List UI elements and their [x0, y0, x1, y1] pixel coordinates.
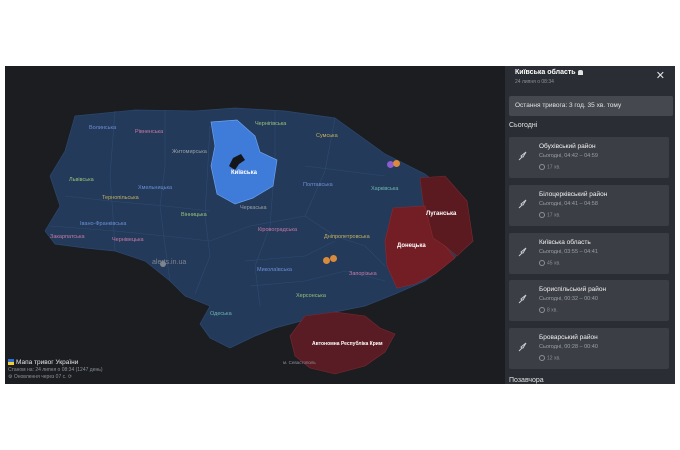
panel-date: 24 липня о 08:34: [515, 79, 554, 85]
region-label-zhytomyr: Житомирська: [172, 149, 207, 155]
alerts-app: Волинська Рівненська Житомирська Київськ…: [5, 66, 675, 384]
rocket-icon: [518, 199, 527, 209]
region-label-vinnytsia: Вінницька: [181, 212, 207, 218]
rocket-icon: [518, 151, 527, 161]
clock-icon: [539, 355, 545, 361]
alert-time: Сьогодні, 04:41 – 04:58: [539, 201, 598, 207]
map-refresh-row[interactable]: ⚙ Оновлення через 07 с. ⟳: [8, 374, 103, 381]
region-label-crimea: Автономна Республіка Крим: [312, 341, 383, 347]
map-title: Мапа тривог України: [16, 359, 79, 366]
alert-duration-row: 12 хв.: [539, 355, 561, 361]
region-label-luhansk: Луганська: [426, 211, 457, 217]
alert-time: Сьогодні, 00:32 – 00:40: [539, 296, 598, 302]
alert-duration: 12 хв.: [547, 355, 561, 362]
region-label-rivne: Рівненська: [135, 129, 164, 135]
last-alarm-banner: Остання тривога: 3 год. 35 хв. тому: [509, 96, 673, 116]
alert-card[interactable]: Броварський район Сьогодні, 00:28 – 00:4…: [509, 328, 669, 369]
threat-marker-zaporizhzhia-2[interactable]: [330, 255, 337, 262]
alert-card[interactable]: Білоцерківський район Сьогодні, 04:41 – …: [509, 185, 669, 226]
alert-card[interactable]: Київська область Сьогодні, 03:55 – 04:41…: [509, 233, 669, 274]
panel-title-row: Київська область: [515, 69, 583, 76]
clock-icon: [539, 212, 545, 218]
region-label-cherkasy: Черкаська: [240, 205, 267, 211]
region-label-ternopil: Тернопільська: [102, 195, 139, 201]
alert-name: Броварський район: [539, 334, 598, 341]
today-heading: Сьогодні: [509, 122, 538, 129]
alert-card[interactable]: Бориспільський район Сьогодні, 00:32 – 0…: [509, 280, 669, 321]
alert-name: Обухівський район: [539, 143, 596, 150]
alert-duration-row: 17 хв.: [539, 164, 561, 170]
region-label-poltava: Полтавська: [303, 182, 333, 188]
region-label-lviv: Львівська: [69, 177, 94, 183]
map-title-row: Мапа тривог України: [8, 358, 103, 367]
region-label-kyiv: Київська: [231, 170, 257, 176]
panel-title: Київська область: [515, 69, 576, 76]
close-icon[interactable]: ✕: [656, 69, 665, 82]
region-label-volyn: Волинська: [89, 125, 117, 131]
alert-map[interactable]: Волинська Рівненська Житомирська Київськ…: [5, 66, 505, 384]
alert-time: Сьогодні, 03:55 – 04:41: [539, 249, 598, 255]
region-label-mykolaiv: Миколаївська: [257, 267, 292, 273]
alert-duration-row: 45 хв.: [539, 260, 561, 266]
gear-icon: ⚙: [8, 374, 13, 380]
region-label-chernihiv: Чернігівська: [255, 121, 287, 127]
region-label-kharkiv: Харківська: [371, 186, 399, 192]
alert-name: Бориспільський район: [539, 286, 607, 293]
alert-time: Сьогодні, 04:42 – 04:59: [539, 153, 598, 159]
clock-icon: [539, 164, 545, 170]
region-label-dnipro: Дніпропетровська: [324, 234, 370, 240]
alert-duration: 17 хв.: [547, 212, 561, 219]
rocket-icon: [518, 294, 527, 304]
rocket-icon: [518, 342, 527, 352]
region-label-sumy: Сумська: [316, 133, 338, 139]
alert-duration: 17 хв.: [547, 164, 561, 171]
rocket-icon: [518, 247, 527, 257]
alert-name: Білоцерківський район: [539, 191, 608, 198]
alert-duration: 45 хв.: [547, 260, 561, 267]
map-footer: Мапа тривог України Станом на: 24 липня …: [8, 358, 103, 381]
alert-duration-row: 8 хв.: [539, 307, 558, 313]
region-label-zaporizhzhia: Запорізька: [349, 271, 377, 277]
threat-marker-kharkiv-2[interactable]: [393, 160, 400, 167]
region-label-odesa: Одеська: [210, 311, 232, 317]
panel-header: Київська область 24 липня о 08:34 ✕: [505, 66, 675, 90]
map-status: Станом на: 24 липня о 08:34 (1247 день): [8, 367, 103, 373]
earlier-heading: Позавчора: [509, 377, 544, 384]
refresh-icon[interactable]: ⟳: [68, 374, 72, 380]
region-label-donetsk: Донецька: [397, 243, 426, 249]
bell-icon[interactable]: [577, 69, 583, 75]
alert-duration-row: 17 хв.: [539, 212, 561, 218]
ukraine-flag-icon: [8, 359, 14, 366]
region-label-ivanofrankivsk: Івано-Франківська: [80, 221, 127, 227]
region-label-khmelnytskyi: Хмельницька: [138, 185, 173, 191]
region-label-sevastopol: м. Севастополь: [283, 360, 316, 365]
map-refresh: Оновлення через 07 с.: [13, 374, 67, 380]
alert-duration: 8 хв.: [547, 307, 558, 314]
region-label-zakarpattia: Закарпатська: [50, 234, 85, 240]
alert-card[interactable]: Обухівський район Сьогодні, 04:42 – 04:5…: [509, 137, 669, 178]
threat-marker-zaporizhzhia-1[interactable]: [323, 257, 330, 264]
region-label-kherson: Херсонська: [296, 293, 326, 299]
region-label-chernivtsi: Чернівецька: [112, 237, 144, 243]
region-label-kirovohrad: Кіровоградська: [258, 227, 297, 233]
alert-time: Сьогодні, 00:28 – 00:40: [539, 344, 598, 350]
region-details-panel: Київська область 24 липня о 08:34 ✕ Оста…: [505, 66, 675, 384]
clock-icon: [539, 260, 545, 266]
clock-icon: [539, 307, 545, 313]
site-watermark: alerts.in.ua: [152, 259, 187, 266]
alert-name: Київська область: [539, 239, 591, 246]
